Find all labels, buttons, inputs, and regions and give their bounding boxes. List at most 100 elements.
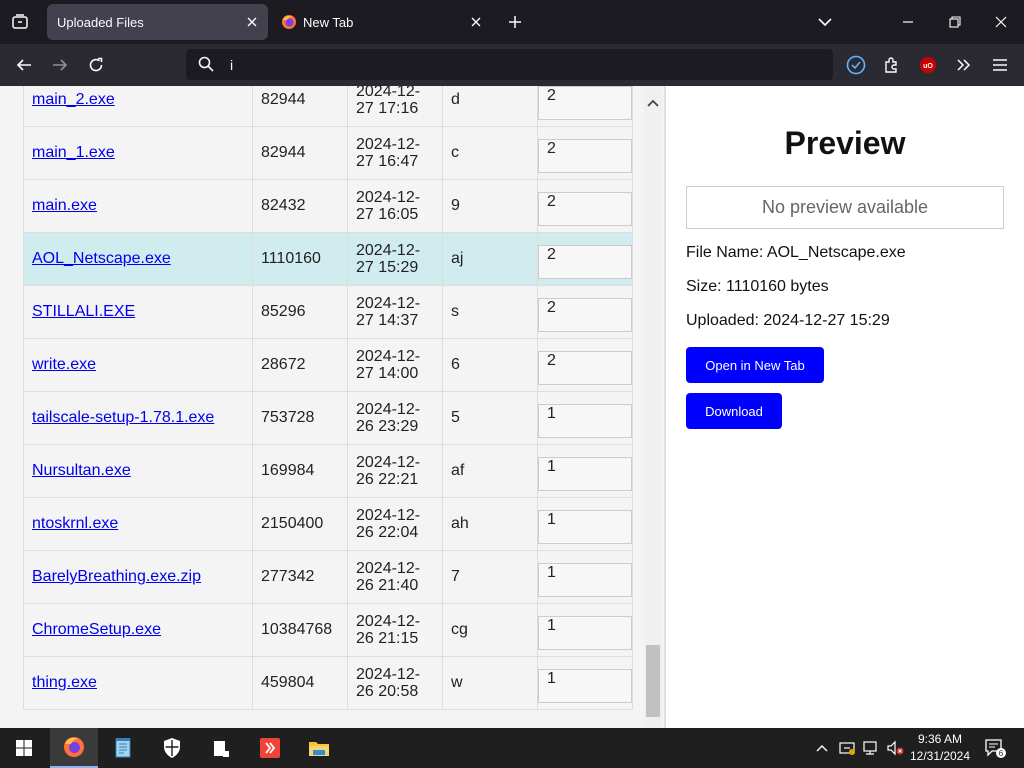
upload-date-cell: 2024-12- 26 22:04 (347, 497, 443, 551)
rating-input[interactable]: 2 (538, 245, 632, 279)
rating-input[interactable]: 1 (538, 616, 632, 650)
rating-input[interactable]: 2 (538, 86, 632, 120)
code-cell: 9 (442, 179, 538, 233)
file-link[interactable]: tailscale-setup-1.78.1.exe (32, 409, 214, 426)
clock-time: 9:36 AM (917, 732, 963, 746)
file-link[interactable]: AOL_Netscape.exe (32, 250, 171, 267)
rating-input[interactable]: 1 (538, 563, 632, 597)
file-link[interactable]: ChromeSetup.exe (32, 621, 161, 638)
table-row[interactable]: ntoskrnl.exe 2150400 2024-12- 26 22:04 ah 1 (23, 497, 633, 551)
time-line: 27 14:00 (356, 365, 419, 382)
table-row[interactable]: BarelyBreathing.exe.zip 277342 2024-12- 26 … (23, 550, 633, 604)
rating-input[interactable]: 2 (538, 139, 632, 173)
close-icon[interactable] (468, 14, 484, 30)
table-row[interactable]: Nursultan.exe 169984 2024-12- 26 22:21 af 1 (23, 444, 633, 498)
rating-cell: 2 (537, 179, 633, 233)
anydesk-taskbar-icon[interactable] (246, 728, 294, 768)
chevron-down-icon[interactable] (812, 8, 838, 36)
folder-taskbar-icon[interactable] (295, 728, 343, 768)
file-link[interactable]: write.exe (32, 356, 96, 373)
scroll-up-icon[interactable] (647, 94, 659, 112)
file-name-cell: AOL_Netscape.exe (23, 232, 253, 286)
rating-input[interactable]: 2 (538, 192, 632, 226)
file-link[interactable]: Nursultan.exe (32, 462, 131, 479)
rating-input[interactable]: 2 (538, 298, 632, 332)
time-line: 27 16:47 (356, 153, 419, 170)
url-input[interactable] (230, 53, 810, 76)
restore-icon[interactable] (932, 0, 978, 44)
table-row[interactable]: AOL_Netscape.exe 1110160 2024-12- 27 15:29 a… (23, 232, 633, 286)
file-link[interactable]: ntoskrnl.exe (32, 515, 118, 532)
file-link[interactable]: main.exe (32, 197, 97, 214)
date-line: 2024-12- (356, 613, 421, 630)
scrollbar[interactable] (644, 86, 662, 728)
file-size-cell: 28672 (252, 338, 348, 392)
battery-warning-icon[interactable] (836, 728, 858, 768)
code-cell: 7 (442, 550, 538, 604)
minimize-icon[interactable] (885, 0, 931, 44)
tab-uploaded-files[interactable]: Uploaded Files (47, 4, 268, 40)
time-line: 26 21:40 (356, 577, 419, 594)
forward-arrow-icon[interactable] (45, 50, 75, 80)
file-link[interactable]: BarelyBreathing.exe.zip (32, 568, 201, 585)
table-row[interactable]: main.exe 82432 2024-12- 27 16:05 9 2 (23, 179, 633, 233)
table-row[interactable]: main_1.exe 82944 2024-12- 27 16:47 c 2 (23, 126, 633, 180)
preview-placeholder: No preview available (686, 186, 1004, 229)
file-link[interactable]: STILLALI.EXE (32, 303, 135, 320)
rating-input[interactable]: 1 (538, 510, 632, 544)
hamburger-menu-icon[interactable] (985, 50, 1015, 80)
upload-date-cell: 2024-12- 27 14:37 (347, 285, 443, 339)
tab-list-icon[interactable] (6, 8, 34, 36)
code-cell: c (442, 126, 538, 180)
code-cell: w (442, 656, 538, 710)
preview-pane: Preview No preview available File Name: … (666, 86, 1024, 728)
scrollbar-thumb[interactable] (646, 645, 660, 717)
puzzle-icon[interactable] (877, 50, 907, 80)
table-row[interactable]: ChromeSetup.exe 10384768 2024-12- 26 21:15 c… (23, 603, 633, 657)
notification-icon[interactable]: 6 (980, 728, 1010, 768)
table-row[interactable]: thing.exe 459804 2024-12- 26 20:58 w 1 (23, 656, 633, 710)
close-icon[interactable] (244, 14, 260, 30)
security-shield-icon[interactable] (148, 728, 196, 768)
rating-input[interactable]: 1 (538, 457, 632, 491)
reload-icon[interactable] (81, 50, 111, 80)
ublock-icon[interactable]: uO (913, 50, 943, 80)
table-row[interactable]: tailscale-setup-1.78.1.exe 753728 2024-12-… (23, 391, 633, 445)
file-link[interactable]: main_2.exe (32, 91, 115, 108)
double-chevron-icon[interactable] (949, 50, 979, 80)
table-row[interactable]: write.exe 28672 2024-12- 27 14:00 6 2 (23, 338, 633, 392)
file-explorer-taskbar-icon[interactable] (197, 728, 245, 768)
file-link[interactable]: main_1.exe (32, 144, 115, 161)
clock-date: 12/31/2024 (909, 749, 971, 763)
plus-icon[interactable] (502, 8, 528, 36)
file-size-cell: 277342 (252, 550, 348, 604)
table-row[interactable]: STILLALI.EXE 85296 2024-12- 27 14:37 s 2 (23, 285, 633, 339)
rating-input[interactable]: 1 (538, 669, 632, 703)
windows-start-icon[interactable] (0, 728, 48, 768)
check-circle-icon[interactable] (841, 50, 871, 80)
navigation-bar: uO (0, 44, 1024, 86)
url-bar[interactable] (186, 49, 833, 80)
download-button[interactable]: Download (686, 393, 782, 429)
file-name-cell: thing.exe (23, 656, 253, 710)
table-row[interactable]: main_2.exe 82944 2024-12- 27 17:16 d 2 (23, 86, 633, 127)
open-in-new-tab-button[interactable]: Open in New Tab (686, 347, 824, 383)
network-icon[interactable] (860, 728, 882, 768)
system-clock[interactable]: 9:36 AM 12/31/2024 (902, 731, 978, 765)
rating-input[interactable]: 2 (538, 351, 632, 385)
tab-new-tab[interactable]: New Tab (272, 4, 492, 40)
tab-title: Uploaded Files (57, 15, 144, 30)
back-arrow-icon[interactable] (9, 50, 39, 80)
upload-date-cell: 2024-12- 27 17:16 (347, 86, 443, 127)
chevron-up-icon[interactable] (812, 728, 832, 768)
file-list-pane[interactable]: main_2.exe 82944 2024-12- 27 17:16 d 2 main_1.… (0, 86, 664, 728)
file-name-cell: main_2.exe (23, 86, 253, 127)
date-line: 2024-12- (356, 666, 421, 683)
firefox-taskbar-icon[interactable] (50, 728, 98, 768)
window-close-icon[interactable] (978, 0, 1024, 44)
file-link[interactable]: thing.exe (32, 674, 97, 691)
notepad-taskbar-icon[interactable] (99, 728, 147, 768)
time-line: 26 22:04 (356, 524, 419, 541)
rating-cell: 2 (537, 126, 633, 180)
rating-input[interactable]: 1 (538, 404, 632, 438)
